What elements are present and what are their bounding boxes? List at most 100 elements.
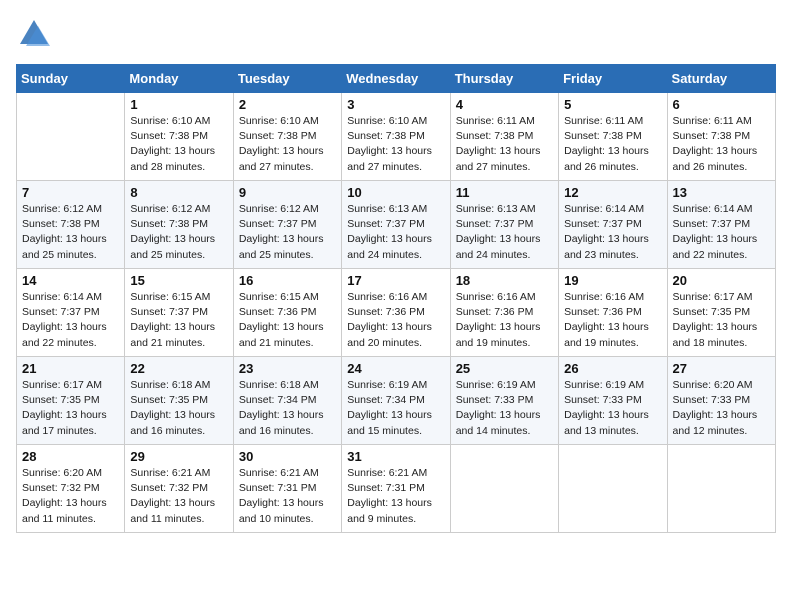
calendar-cell	[450, 445, 558, 533]
day-info: Sunrise: 6:13 AM Sunset: 7:37 PM Dayligh…	[456, 202, 553, 263]
day-info: Sunrise: 6:12 AM Sunset: 7:38 PM Dayligh…	[130, 202, 227, 263]
calendar-cell: 26 Sunrise: 6:19 AM Sunset: 7:33 PM Dayli…	[559, 357, 667, 445]
calendar-cell	[667, 445, 775, 533]
day-info: Sunrise: 6:14 AM Sunset: 7:37 PM Dayligh…	[22, 290, 119, 351]
calendar-cell: 14 Sunrise: 6:14 AM Sunset: 7:37 PM Dayli…	[17, 269, 125, 357]
day-info: Sunrise: 6:17 AM Sunset: 7:35 PM Dayligh…	[673, 290, 770, 351]
calendar-cell: 3 Sunrise: 6:10 AM Sunset: 7:38 PM Daylig…	[342, 93, 450, 181]
day-number: 21	[22, 361, 119, 376]
day-info: Sunrise: 6:19 AM Sunset: 7:33 PM Dayligh…	[456, 378, 553, 439]
day-info: Sunrise: 6:12 AM Sunset: 7:38 PM Dayligh…	[22, 202, 119, 263]
calendar-cell: 1 Sunrise: 6:10 AM Sunset: 7:38 PM Daylig…	[125, 93, 233, 181]
week-row-3: 14 Sunrise: 6:14 AM Sunset: 7:37 PM Dayli…	[17, 269, 776, 357]
day-info: Sunrise: 6:13 AM Sunset: 7:37 PM Dayligh…	[347, 202, 444, 263]
calendar-cell: 28 Sunrise: 6:20 AM Sunset: 7:32 PM Dayli…	[17, 445, 125, 533]
day-number: 31	[347, 449, 444, 464]
calendar-cell: 25 Sunrise: 6:19 AM Sunset: 7:33 PM Dayli…	[450, 357, 558, 445]
week-row-1: 1 Sunrise: 6:10 AM Sunset: 7:38 PM Daylig…	[17, 93, 776, 181]
day-number: 19	[564, 273, 661, 288]
week-row-4: 21 Sunrise: 6:17 AM Sunset: 7:35 PM Dayli…	[17, 357, 776, 445]
calendar-cell: 16Sunrise: 6:15 AM Sunset: 7:36 PM Dayli…	[233, 269, 341, 357]
day-info: Sunrise: 6:20 AM Sunset: 7:33 PM Dayligh…	[673, 378, 770, 439]
calendar-cell: 21 Sunrise: 6:17 AM Sunset: 7:35 PM Dayli…	[17, 357, 125, 445]
day-info: Sunrise: 6:11 AM Sunset: 7:38 PM Dayligh…	[564, 114, 661, 175]
calendar-cell: 10 Sunrise: 6:13 AM Sunset: 7:37 PM Dayli…	[342, 181, 450, 269]
day-number: 1	[130, 97, 227, 112]
page-header	[16, 16, 776, 52]
day-info: Sunrise: 6:19 AM Sunset: 7:33 PM Dayligh…	[564, 378, 661, 439]
day-info: Sunrise: 6:11 AM Sunset: 7:38 PM Dayligh…	[673, 114, 770, 175]
week-row-5: 28 Sunrise: 6:20 AM Sunset: 7:32 PM Dayli…	[17, 445, 776, 533]
weekday-header-sunday: Sunday	[17, 65, 125, 93]
calendar-cell: 7 Sunrise: 6:12 AM Sunset: 7:38 PM Daylig…	[17, 181, 125, 269]
calendar-cell: 15 Sunrise: 6:15 AM Sunset: 7:37 PM Dayli…	[125, 269, 233, 357]
day-number: 26	[564, 361, 661, 376]
calendar-cell: 24Sunrise: 6:19 AM Sunset: 7:34 PM Dayli…	[342, 357, 450, 445]
day-info: Sunrise: 6:15 AM Sunset: 7:37 PM Dayligh…	[130, 290, 227, 351]
weekday-header-tuesday: Tuesday	[233, 65, 341, 93]
day-number: 17	[347, 273, 444, 288]
logo-icon	[16, 16, 52, 52]
day-number: 10	[347, 185, 444, 200]
day-info: Sunrise: 6:12 AM Sunset: 7:37 PM Dayligh…	[239, 202, 336, 263]
day-info: Sunrise: 6:21 AM Sunset: 7:31 PM Dayligh…	[347, 466, 444, 527]
calendar-cell: 8 Sunrise: 6:12 AM Sunset: 7:38 PM Daylig…	[125, 181, 233, 269]
weekday-header-thursday: Thursday	[450, 65, 558, 93]
day-info: Sunrise: 6:10 AM Sunset: 7:38 PM Dayligh…	[347, 114, 444, 175]
calendar-cell: 22Sunrise: 6:18 AM Sunset: 7:35 PM Dayli…	[125, 357, 233, 445]
calendar-cell: 12 Sunrise: 6:14 AM Sunset: 7:37 PM Dayli…	[559, 181, 667, 269]
calendar-cell: 27Sunrise: 6:20 AM Sunset: 7:33 PM Dayli…	[667, 357, 775, 445]
day-number: 8	[130, 185, 227, 200]
day-number: 3	[347, 97, 444, 112]
day-info: Sunrise: 6:21 AM Sunset: 7:31 PM Dayligh…	[239, 466, 336, 527]
day-info: Sunrise: 6:16 AM Sunset: 7:36 PM Dayligh…	[347, 290, 444, 351]
calendar-table: SundayMondayTuesdayWednesdayThursdayFrid…	[16, 64, 776, 533]
weekday-header-monday: Monday	[125, 65, 233, 93]
day-number: 4	[456, 97, 553, 112]
day-number: 12	[564, 185, 661, 200]
day-info: Sunrise: 6:14 AM Sunset: 7:37 PM Dayligh…	[673, 202, 770, 263]
day-number: 7	[22, 185, 119, 200]
calendar-cell: 17 Sunrise: 6:16 AM Sunset: 7:36 PM Dayli…	[342, 269, 450, 357]
day-number: 5	[564, 97, 661, 112]
day-number: 9	[239, 185, 336, 200]
day-info: Sunrise: 6:20 AM Sunset: 7:32 PM Dayligh…	[22, 466, 119, 527]
day-info: Sunrise: 6:10 AM Sunset: 7:38 PM Dayligh…	[239, 114, 336, 175]
day-number: 24	[347, 361, 444, 376]
weekday-header-wednesday: Wednesday	[342, 65, 450, 93]
calendar-cell: 20 Sunrise: 6:17 AM Sunset: 7:35 PM Dayli…	[667, 269, 775, 357]
day-number: 23	[239, 361, 336, 376]
day-number: 15	[130, 273, 227, 288]
logo	[16, 16, 56, 52]
calendar-cell: 5 Sunrise: 6:11 AM Sunset: 7:38 PM Daylig…	[559, 93, 667, 181]
day-number: 2	[239, 97, 336, 112]
day-info: Sunrise: 6:16 AM Sunset: 7:36 PM Dayligh…	[564, 290, 661, 351]
calendar-cell	[17, 93, 125, 181]
day-number: 14	[22, 273, 119, 288]
calendar-cell: 13 Sunrise: 6:14 AM Sunset: 7:37 PM Dayli…	[667, 181, 775, 269]
calendar-cell: 9 Sunrise: 6:12 AM Sunset: 7:37 PM Daylig…	[233, 181, 341, 269]
calendar-cell: 30 Sunrise: 6:21 AM Sunset: 7:31 PM Dayli…	[233, 445, 341, 533]
calendar-cell: 19 Sunrise: 6:16 AM Sunset: 7:36 PM Dayli…	[559, 269, 667, 357]
day-number: 6	[673, 97, 770, 112]
day-number: 25	[456, 361, 553, 376]
day-number: 30	[239, 449, 336, 464]
day-info: Sunrise: 6:14 AM Sunset: 7:37 PM Dayligh…	[564, 202, 661, 263]
day-info: Sunrise: 6:16 AM Sunset: 7:36 PM Dayligh…	[456, 290, 553, 351]
weekday-header-friday: Friday	[559, 65, 667, 93]
calendar-cell: 29 Sunrise: 6:21 AM Sunset: 7:32 PM Dayli…	[125, 445, 233, 533]
calendar-cell: 6 Sunrise: 6:11 AM Sunset: 7:38 PM Daylig…	[667, 93, 775, 181]
calendar-cell: 11Sunrise: 6:13 AM Sunset: 7:37 PM Dayli…	[450, 181, 558, 269]
calendar-cell: 31 Sunrise: 6:21 AM Sunset: 7:31 PM Dayli…	[342, 445, 450, 533]
day-info: Sunrise: 6:18 AM Sunset: 7:35 PM Dayligh…	[130, 378, 227, 439]
day-number: 18	[456, 273, 553, 288]
day-number: 16	[239, 273, 336, 288]
weekday-header-saturday: Saturday	[667, 65, 775, 93]
day-info: Sunrise: 6:17 AM Sunset: 7:35 PM Dayligh…	[22, 378, 119, 439]
day-number: 28	[22, 449, 119, 464]
day-number: 29	[130, 449, 227, 464]
day-info: Sunrise: 6:21 AM Sunset: 7:32 PM Dayligh…	[130, 466, 227, 527]
day-number: 13	[673, 185, 770, 200]
day-info: Sunrise: 6:10 AM Sunset: 7:38 PM Dayligh…	[130, 114, 227, 175]
day-number: 20	[673, 273, 770, 288]
